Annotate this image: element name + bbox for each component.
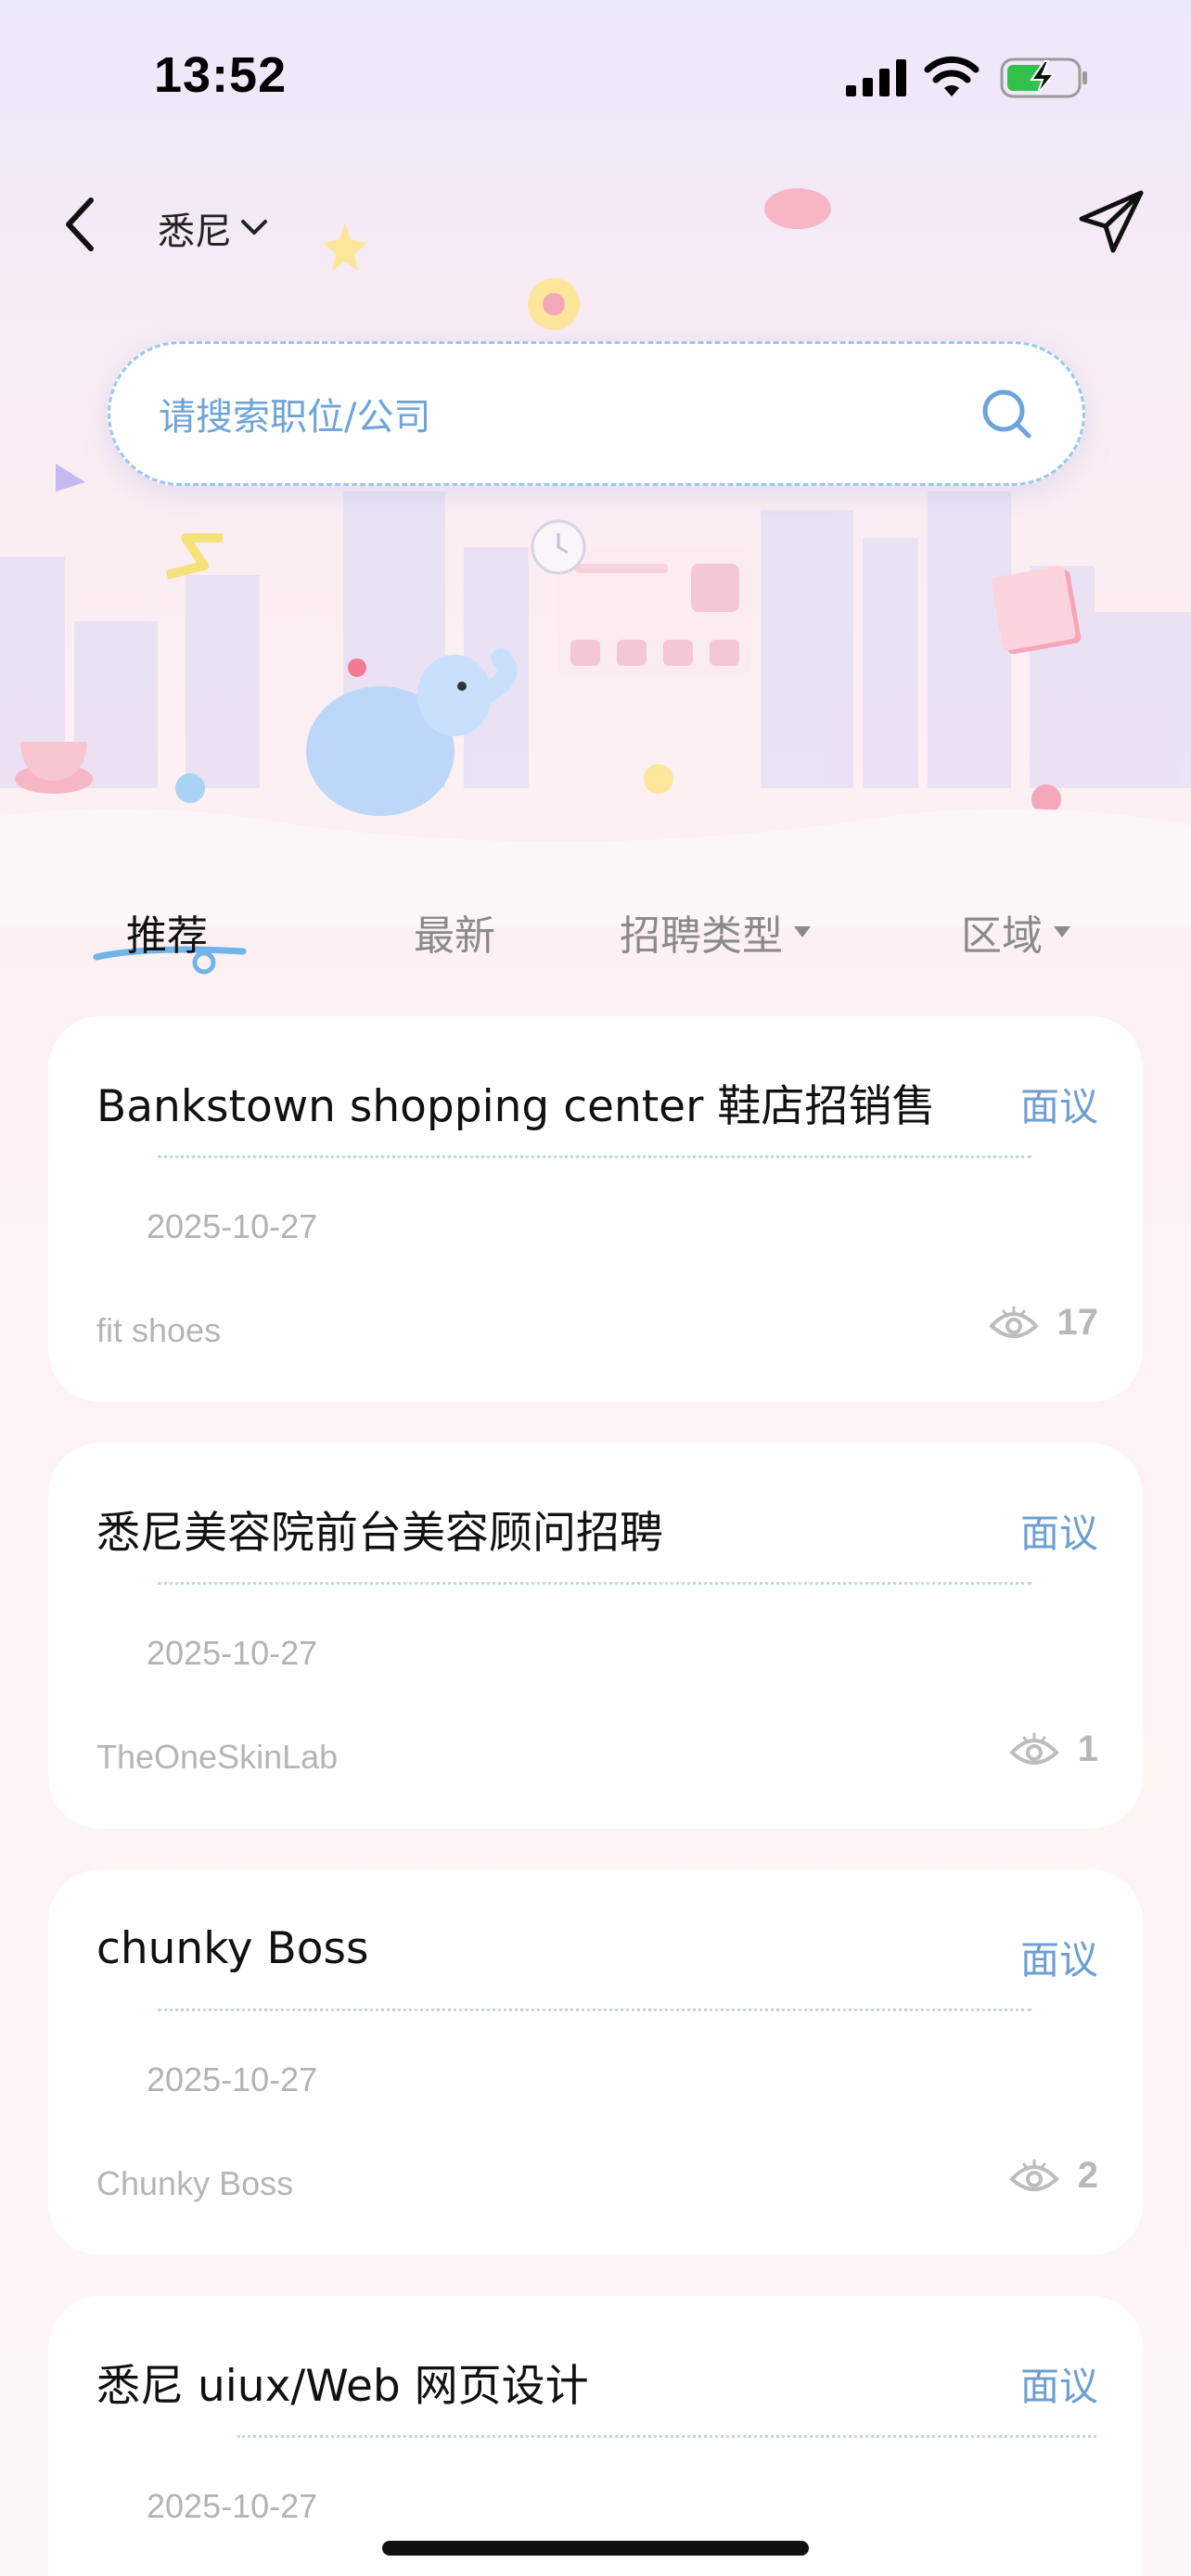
tab-job-type[interactable]: 招聘类型 xyxy=(620,890,813,974)
job-title: Bankstown shopping center 鞋店招销售 xyxy=(96,1081,936,1132)
search-input[interactable]: 请搜索职位/公司 xyxy=(108,341,1085,486)
job-salary: 面议 xyxy=(1019,1511,1098,1556)
job-views: 17 xyxy=(988,1302,1099,1344)
eye-icon xyxy=(988,1306,1039,1338)
caret-down-icon xyxy=(1054,926,1070,937)
job-salary: 面议 xyxy=(1019,1084,1098,1129)
dotted-divider xyxy=(158,1155,1031,1158)
tab-region[interactable]: 区域 xyxy=(961,890,1072,974)
tab-label: 区域 xyxy=(961,912,1043,960)
job-company: Chunky Boss xyxy=(96,2164,294,2202)
job-date: 2025-10-27 xyxy=(147,2487,318,2525)
job-card[interactable]: Bankstown shopping center 鞋店招销售 面议 2025-… xyxy=(48,1016,1143,1402)
tab-recommended[interactable]: 推荐 xyxy=(126,890,208,974)
eye-icon xyxy=(1008,1732,1059,1765)
job-title: chunky Boss xyxy=(96,1923,369,1974)
job-salary: 面议 xyxy=(1019,1937,1098,1983)
header-bar: 悉尼 xyxy=(0,176,1191,278)
caret-down-icon xyxy=(794,926,811,937)
search-icon[interactable] xyxy=(979,386,1034,441)
back-icon[interactable] xyxy=(59,195,100,254)
job-card[interactable]: chunky Boss 面议 2025-10-27 Chunky Boss 2 xyxy=(48,1869,1143,2255)
status-time: 13:52 xyxy=(154,47,288,103)
job-title: 悉尼美容院前台美容顾问招聘 xyxy=(96,1508,663,1559)
tab-label: 最新 xyxy=(414,912,495,960)
job-date: 2025-10-27 xyxy=(147,2060,318,2098)
filter-tabs: 推荐 最新 招聘类型 区域 xyxy=(0,890,1191,975)
signal-icon xyxy=(846,59,906,96)
battery-charging-icon xyxy=(1000,57,1087,98)
job-company: TheOneSkinLab xyxy=(96,1738,339,1776)
job-salary: 面议 xyxy=(1019,2364,1098,2409)
dotted-divider xyxy=(158,2009,1031,2011)
city-selector[interactable]: 悉尼 xyxy=(158,200,269,256)
wifi-icon xyxy=(924,56,980,96)
job-date: 2025-10-27 xyxy=(147,1207,318,1245)
city-label: 悉尼 xyxy=(158,210,232,253)
job-company: fit shoes xyxy=(96,1311,222,1349)
job-card[interactable]: 悉尼 uiux/Web 网页设计 面议 2025-10-27 xyxy=(48,2296,1143,2576)
job-views: 1 xyxy=(1008,1728,1098,1770)
job-views: 2 xyxy=(1008,2155,1098,2197)
views-count: 17 xyxy=(1057,1302,1099,1343)
tab-latest[interactable]: 最新 xyxy=(414,890,495,974)
tab-label: 推荐 xyxy=(126,912,208,960)
views-count: 2 xyxy=(1077,2155,1098,2196)
job-card[interactable]: 悉尼美容院前台美容顾问招聘 面议 2025-10-27 TheOneSkinLa… xyxy=(48,1443,1143,1829)
tab-label: 招聘类型 xyxy=(620,912,783,960)
home-indicator xyxy=(382,2541,809,2556)
paper-plane-icon[interactable] xyxy=(1076,187,1146,258)
status-bar: 13:52 xyxy=(0,0,1191,158)
views-count: 1 xyxy=(1077,1728,1098,1769)
eye-icon xyxy=(1008,2159,1059,2191)
dotted-divider xyxy=(158,1582,1031,1585)
search-placeholder: 请搜索职位/公司 xyxy=(159,396,431,439)
chevron-down-icon xyxy=(241,220,267,235)
job-date: 2025-10-27 xyxy=(147,1634,318,1672)
dotted-divider xyxy=(237,2435,1096,2438)
job-title: 悉尼 uiux/Web 网页设计 xyxy=(96,2361,589,2412)
